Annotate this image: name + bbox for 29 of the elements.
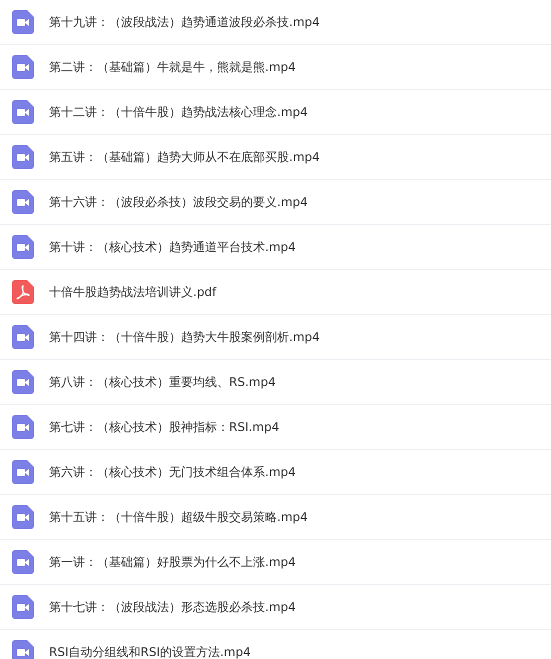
file-name[interactable]: 第六讲：（核心技术）无门技术组合体系.mp4 [49, 464, 296, 480]
video-file-icon [12, 190, 34, 214]
video-file-icon [12, 415, 34, 439]
video-file-icon [12, 550, 34, 574]
video-file-icon [12, 235, 34, 259]
video-file-icon [12, 145, 34, 169]
file-name[interactable]: 第十讲：（核心技术）趋势通道平台技术.mp4 [49, 238, 296, 256]
pdf-file-icon [12, 280, 34, 304]
video-file-icon [12, 55, 34, 79]
file-name[interactable]: 第十四讲：（十倍牛股）趋势大牛股案例剖析.mp4 [49, 328, 320, 346]
file-name[interactable]: 第十九讲：（波段战法）趋势通道波段必杀技.mp4 [49, 14, 320, 30]
file-name[interactable]: 第五讲：（基础篇）趋势大师从不在底部买股.mp4 [49, 148, 320, 166]
video-file-icon [12, 370, 34, 394]
file-name[interactable]: 第八讲：（核心技术）重要均线、RS.mp4 [49, 374, 276, 390]
file-name[interactable]: 第十二讲：（十倍牛股）趋势战法核心理念.mp4 [49, 104, 308, 120]
file-name[interactable]: 第二讲：（基础篇）牛就是牛，熊就是熊.mp4 [49, 58, 296, 76]
file-name[interactable]: 第一讲：（基础篇）好股票为什么不上涨.mp4 [49, 554, 296, 570]
video-file-icon [12, 595, 34, 619]
file-name[interactable]: 十倍牛股趋势战法培训讲义.pdf [49, 284, 216, 300]
file-name[interactable]: 第十五讲：（十倍牛股）超级牛股交易策略.mp4 [49, 508, 308, 526]
video-file-icon [12, 10, 34, 34]
file-name[interactable]: RSI自动分组线和RSI的设置方法.mp4 [49, 644, 251, 659]
video-file-icon [12, 505, 34, 529]
video-file-icon [12, 460, 34, 484]
file-name[interactable]: 第十七讲：（波段战法）形态选股必杀技.mp4 [49, 598, 296, 616]
file-name[interactable]: 第十六讲：（波段必杀技）波段交易的要义.mp4 [49, 194, 308, 210]
video-file-icon [12, 325, 34, 349]
file-name[interactable]: 第七讲：（核心技术）股神指标：RSI.mp4 [49, 418, 280, 436]
video-file-icon [12, 100, 34, 124]
